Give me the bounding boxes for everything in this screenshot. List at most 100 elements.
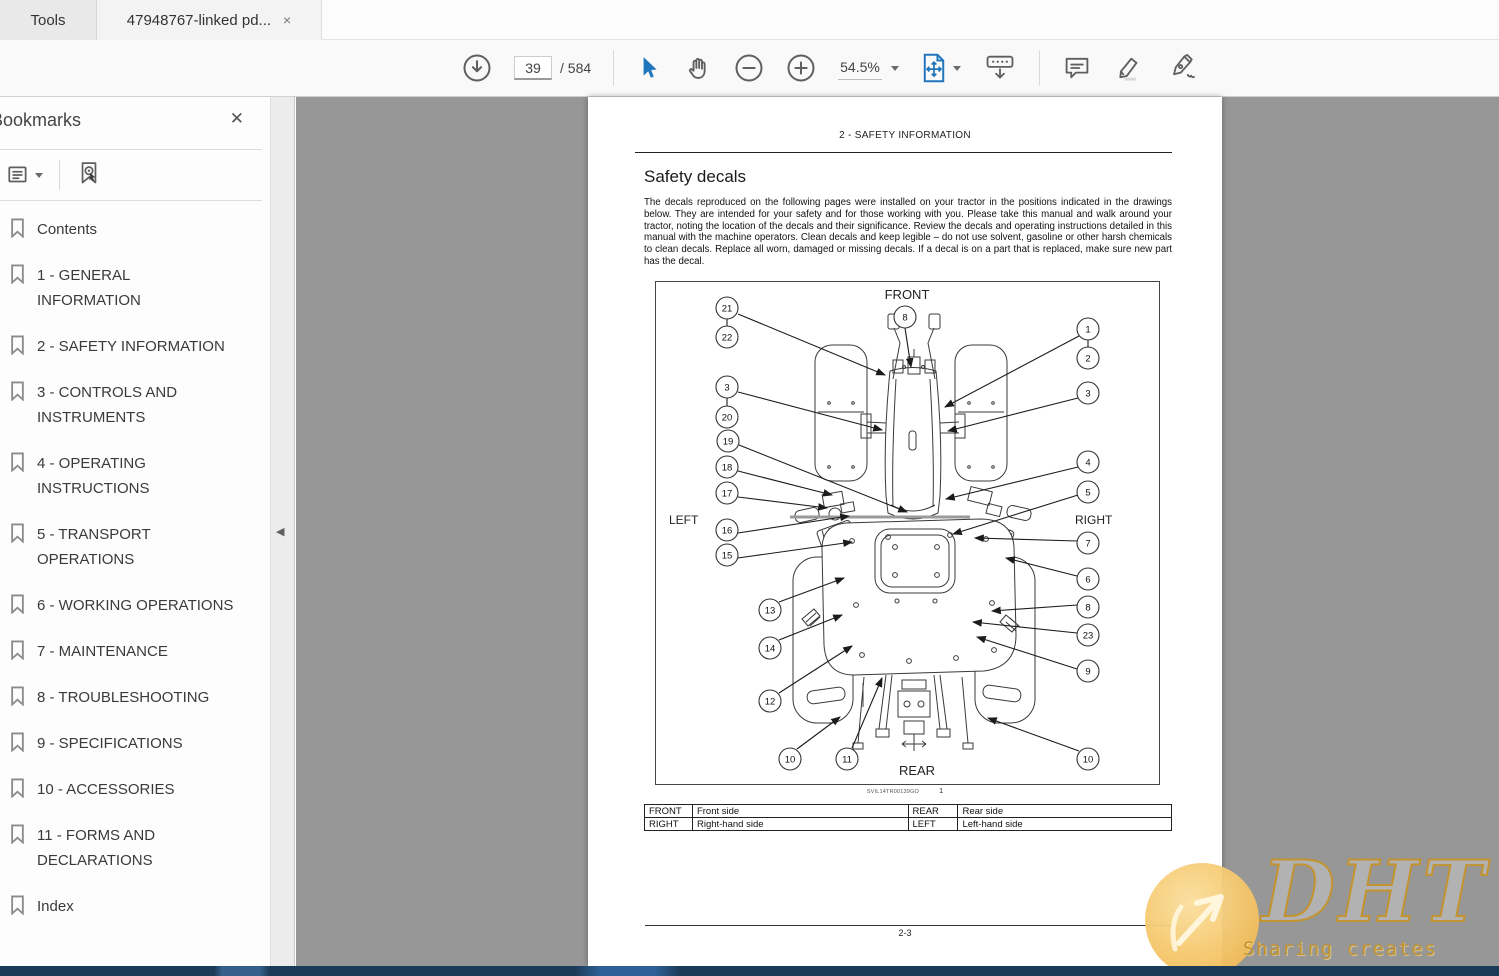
zoom-out-button[interactable] [734, 53, 764, 83]
bookmark-label: 9 - SPECIFICATIONS [37, 735, 183, 752]
select-tool-button[interactable] [636, 55, 662, 81]
hide-toolbar-button[interactable] [983, 53, 1017, 83]
svg-text:5: 5 [1085, 488, 1090, 499]
bookmark-icon [11, 824, 24, 844]
table-row: RIGHT Right-hand side LEFT Left-hand sid… [644, 817, 1172, 831]
bookmark-icon [11, 452, 24, 472]
figure-label-right: RIGHT [1075, 513, 1113, 527]
bookmarks-title: Bookmarks [0, 110, 82, 130]
fit-page-icon [923, 53, 945, 83]
panel-collapse-strip[interactable]: ◀ [270, 97, 295, 966]
tab-document[interactable]: 47948767-linked pd... × [97, 0, 322, 40]
section-title: Safety decals [644, 167, 747, 186]
page-fit-button[interactable] [921, 53, 961, 83]
svg-text:17: 17 [722, 489, 733, 500]
bookmark-label: 11 - FORMS AND DECLARATIONS [37, 827, 156, 869]
svg-text:19: 19 [723, 437, 734, 448]
svg-text:4: 4 [1085, 458, 1090, 469]
page-number-footer: 2-3 [898, 928, 912, 938]
zoom-level-dropdown[interactable]: 54.5% [838, 56, 899, 80]
hand-tool-button[interactable] [684, 54, 712, 82]
svg-text:20: 20 [722, 413, 733, 424]
table-row: FRONT Front side REAR Rear side [644, 804, 1172, 818]
bookmark-label: 3 - CONTROLS AND INSTRUMENTS [37, 384, 178, 426]
chevron-down-icon [35, 172, 43, 178]
chevron-down-icon [952, 65, 961, 71]
svg-text:15: 15 [722, 551, 733, 562]
tab-document-label: 47948767-linked pd... [126, 11, 272, 29]
svg-text:12: 12 [765, 697, 776, 708]
body-paragraph: The decals reproduced on the following p… [644, 197, 1172, 267]
svg-text:13: 13 [765, 606, 776, 617]
locate-current-bookmark-button[interactable] [76, 161, 102, 189]
svg-text:23: 23 [1083, 631, 1094, 642]
bookmark-label: 2 - SAFETY INFORMATION [37, 338, 225, 355]
figure-label-rear: REAR [899, 763, 935, 778]
svg-text:3: 3 [724, 383, 729, 394]
bookmark-icon [11, 381, 24, 401]
table-cell: RIGHT [644, 817, 693, 831]
page-total-label: / 584 [560, 60, 592, 76]
zoom-level-value: 54.5% [838, 56, 882, 80]
bookmark-options-button[interactable] [6, 163, 43, 187]
tab-close-icon[interactable]: × [283, 12, 291, 28]
bookmark-item-maintenance[interactable]: 7 - MAINTENANCE [10, 639, 266, 664]
highlight-tool-button[interactable] [1114, 53, 1144, 83]
bookmarks-toolbar [0, 150, 270, 200]
figure-label-front: FRONT [885, 287, 930, 302]
bookmark-item-transport-operations[interactable]: 5 - TRANSPORT OPERATIONS [10, 522, 266, 572]
bookmark-item-specifications[interactable]: 9 - SPECIFICATIONS [10, 731, 266, 756]
svg-text:22: 22 [722, 333, 733, 344]
bookmarks-header: Bookmarks ✕ [0, 97, 270, 149]
pdf-page: 2 - SAFETY INFORMATION Safety decals The… [588, 97, 1222, 966]
bookmark-label: 10 - ACCESSORIES [37, 781, 175, 798]
comment-tool-button[interactable] [1062, 53, 1092, 83]
header-rule [635, 152, 1172, 153]
svg-text:14: 14 [765, 644, 776, 655]
bookmark-item-controls-and-instruments[interactable]: 3 - CONTROLS AND INSTRUMENTS [10, 380, 266, 430]
zoom-in-button[interactable] [786, 53, 816, 83]
tab-tools-label: Tools [30, 11, 66, 29]
close-panel-icon[interactable]: ✕ [230, 109, 244, 129]
bookmark-icon [11, 264, 24, 284]
svg-text:1: 1 [1085, 325, 1090, 336]
bookmark-item-index[interactable]: Index [10, 894, 266, 919]
table-cell: Right-hand side [691, 817, 909, 831]
bookmark-item-general-information[interactable]: 1 - GENERAL INFORMATION [10, 263, 266, 313]
bookmark-label: 5 - TRANSPORT OPERATIONS [37, 526, 151, 568]
bookmark-label: 1 - GENERAL INFORMATION [37, 267, 141, 309]
bookmark-item-safety-information[interactable]: 2 - SAFETY INFORMATION [10, 334, 266, 359]
svg-text:8: 8 [902, 313, 907, 324]
svg-text:21: 21 [722, 304, 733, 315]
tab-tools[interactable]: Tools [0, 0, 97, 40]
table-cell: Front side [691, 804, 909, 818]
svg-text:16: 16 [722, 526, 733, 537]
toolbar-divider [613, 50, 615, 86]
figure-code: SVIL14TR00139GO [866, 789, 920, 795]
bookmark-item-forms-and-declarations[interactable]: 11 - FORMS AND DECLARATIONS [10, 823, 266, 873]
bookmark-icon [11, 778, 24, 798]
document-area[interactable]: 2 - SAFETY INFORMATION Safety decals The… [296, 97, 1499, 966]
page-navigation: / 584 [514, 56, 591, 80]
bookmark-icon [11, 594, 24, 614]
table-cell: REAR [907, 804, 959, 818]
pdf-viewer-window: Tools 47948767-linked pd... × / 584 [0, 0, 1499, 976]
figure-caption: SVIL14TR00139GO 1 [588, 786, 1222, 795]
bookmark-label: 4 - OPERATING INSTRUCTIONS [37, 455, 150, 497]
svg-text:8: 8 [1085, 603, 1090, 614]
bookmark-item-operating-instructions[interactable]: 4 - OPERATING INSTRUCTIONS [10, 451, 266, 501]
collapse-panel-icon: ◀ [276, 526, 285, 538]
bookmark-item-troubleshooting[interactable]: 8 - TROUBLESHOOTING [10, 685, 266, 710]
page-number-input[interactable] [514, 56, 552, 80]
sign-tool-button[interactable] [1166, 53, 1198, 83]
bookmark-item-contents[interactable]: Contents [10, 217, 266, 242]
hand-icon [689, 58, 706, 79]
signature-pen-icon [1172, 53, 1195, 79]
bookmark-label: 6 - WORKING OPERATIONS [37, 597, 234, 614]
bookmark-item-accessories[interactable]: 10 - ACCESSORIES [10, 777, 266, 802]
download-button[interactable] [462, 53, 492, 83]
bookmarks-panel: Bookmarks ✕ Contents 1 - GENERAL INFORMA… [0, 97, 270, 966]
bookmark-item-working-operations[interactable]: 6 - WORKING OPERATIONS [10, 593, 266, 618]
footer-rule [645, 925, 1172, 926]
svg-text:2: 2 [1085, 354, 1090, 365]
